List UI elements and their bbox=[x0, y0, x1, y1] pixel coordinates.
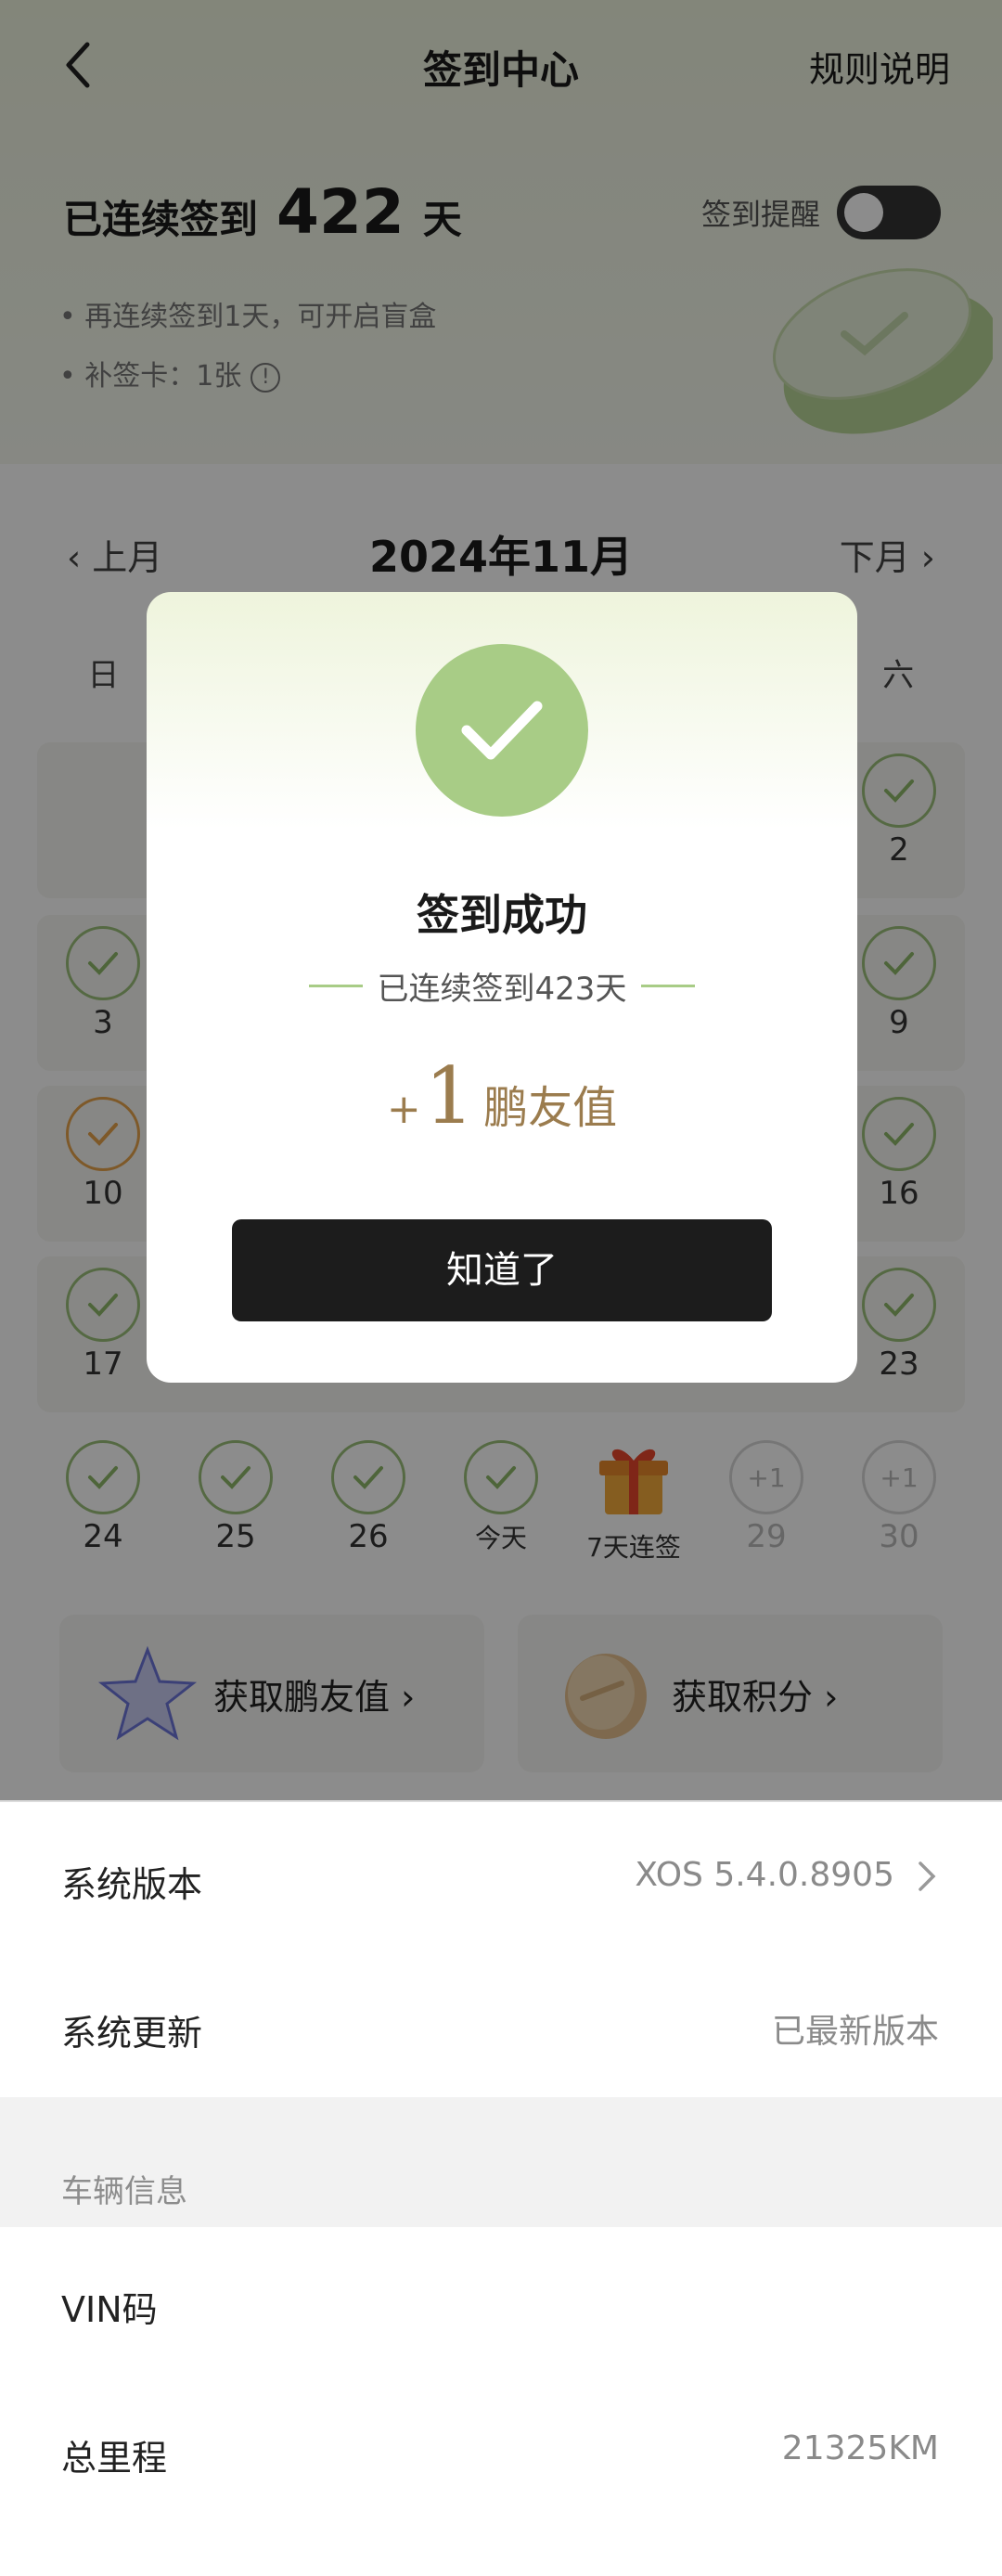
system-version-row[interactable]: 系统版本 XOS 5.4.0.8905 bbox=[0, 1802, 1002, 1951]
divider-left bbox=[308, 985, 363, 987]
reward-amount: + 1 鹏友值 bbox=[147, 1050, 857, 1141]
mileage-value: 21325KM bbox=[781, 2429, 939, 2467]
mileage-row[interactable]: 总里程 21325KM bbox=[0, 2376, 1002, 2524]
system-update-label: 系统更新 bbox=[61, 2013, 203, 2054]
dialog-subtitle: 已连续签到423天 bbox=[147, 963, 857, 1009]
checkin-page: 签到中心 规则说明 已连续签到 422 天 签到提醒 • 再连续签到1天，可开启… bbox=[0, 0, 1002, 1800]
divider-right bbox=[641, 985, 696, 987]
system-update-value: 已最新版本 bbox=[771, 2013, 939, 2051]
reward-number: 1 bbox=[424, 1050, 475, 1141]
dialog-subtitle-text: 已连续签到423天 bbox=[377, 971, 627, 1008]
system-update-row[interactable]: 系统更新 已最新版本 bbox=[0, 1951, 1002, 2099]
dialog-title: 签到成功 bbox=[417, 890, 587, 940]
reward-plus: + bbox=[386, 1086, 421, 1133]
reward-unit: 鹏友值 bbox=[483, 1082, 618, 1134]
system-version-value: XOS 5.4.0.8905 bbox=[635, 1856, 894, 1894]
vin-label: VIN码 bbox=[61, 2289, 158, 2330]
chevron-right-icon bbox=[918, 1861, 936, 1891]
system-version-label: 系统版本 bbox=[61, 1864, 203, 1905]
mileage-label: 总里程 bbox=[61, 2438, 168, 2479]
success-check-icon bbox=[416, 644, 588, 817]
vin-row[interactable]: VIN码 bbox=[0, 2227, 1002, 2376]
checkin-success-dialog: 签到成功 已连续签到423天 + 1 鹏友值 知道了 bbox=[147, 592, 857, 1383]
confirm-button[interactable]: 知道了 bbox=[232, 1219, 772, 1321]
settings-list: 系统版本 XOS 5.4.0.8905 系统更新 已最新版本 车辆信息 VIN码… bbox=[0, 1800, 1002, 2576]
vehicle-info-section: 车辆信息 bbox=[0, 2097, 1002, 2227]
section-title: 车辆信息 bbox=[61, 2173, 187, 2210]
